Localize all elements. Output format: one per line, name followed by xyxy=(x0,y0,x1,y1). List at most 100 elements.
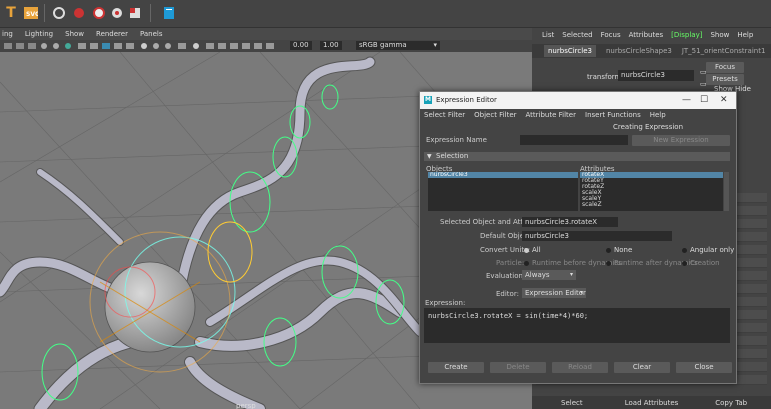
chevron-down-icon: ▾ xyxy=(433,41,437,49)
color-space-dropdown[interactable]: sRGB gamma ▾ xyxy=(356,41,440,50)
svg-text:SVG: SVG xyxy=(26,11,38,18)
focus-button[interactable]: Focus xyxy=(706,62,744,73)
window-titlebar[interactable]: M Expression Editor — ☐ ✕ xyxy=(420,92,736,109)
viewport-toolbar: 0.00 1.00 sRGB gamma ▾ xyxy=(0,40,532,52)
radio-dot xyxy=(682,260,687,266)
editor-dropdown[interactable]: Expression Editor ▾ xyxy=(522,288,586,298)
attribute-editor-bottom-bar: Select Load Attributes Copy Tab xyxy=(532,396,771,409)
text-tool-icon[interactable]: T xyxy=(2,4,20,22)
dialog-subtitle: Creating Expression xyxy=(420,123,736,131)
ipr-render-icon[interactable] xyxy=(90,4,108,22)
radio-dot xyxy=(606,260,611,266)
render-icon[interactable] xyxy=(70,4,88,22)
default-object-field[interactable]: nurbsCircle3 xyxy=(522,231,672,241)
exposure-field[interactable]: 0.00 xyxy=(290,41,312,50)
object-item[interactable]: nurbsCircle3 xyxy=(428,172,578,178)
attributes-scrollbar[interactable] xyxy=(724,172,729,211)
refresh-icon[interactable] xyxy=(50,4,68,22)
maximize-icon[interactable]: ☐ xyxy=(700,95,708,105)
tab-nurbscircle3[interactable]: nurbsCircle3 xyxy=(544,45,596,57)
collapse-triangle-icon: ▼ xyxy=(427,153,432,160)
editor-label: Editor: xyxy=(496,290,519,298)
close-icon[interactable]: ✕ xyxy=(720,95,728,105)
menu-selected[interactable]: Selected xyxy=(562,31,592,39)
selected-attribute-field[interactable]: nurbsCircle3.rotateX xyxy=(522,217,618,227)
clear-button[interactable]: Clear xyxy=(614,362,670,373)
expression-code-editor[interactable]: nurbsCircle3.rotateX = sin(time*4)*60; xyxy=(424,308,730,343)
file-icon[interactable] xyxy=(160,4,178,22)
viewport-tool-icons[interactable] xyxy=(0,40,280,52)
radio-label: Creation xyxy=(690,259,720,267)
minimize-icon[interactable]: — xyxy=(682,95,691,105)
expression-name-input[interactable] xyxy=(520,135,628,145)
editor-value: Expression Editor xyxy=(525,289,586,297)
menu-display[interactable]: [Display] xyxy=(671,31,702,39)
copy-tab-button[interactable]: Copy Tab xyxy=(691,399,771,407)
load-attributes-button[interactable]: Load Attributes xyxy=(612,399,692,407)
viewport-menu-item[interactable]: Show xyxy=(65,30,84,38)
hypershade-icon[interactable] xyxy=(126,4,144,22)
expression-label: Expression: xyxy=(425,299,466,307)
convert-units-label: Convert Units: xyxy=(480,246,531,254)
viewport-menu-item[interactable]: Renderer xyxy=(96,30,128,38)
expression-editor-window: M Expression Editor — ☐ ✕ Select Filter … xyxy=(419,91,737,384)
radio-label: Angular only xyxy=(690,246,735,254)
hide-button[interactable]: Hide xyxy=(735,85,751,93)
attribute-item[interactable]: scaleZ xyxy=(580,202,723,208)
evaluation-value: Always xyxy=(525,271,550,279)
selection-section-header[interactable]: ▼ Selection xyxy=(424,152,730,161)
attributes-list[interactable]: rotateX rotateY rotateZ scaleX scaleY sc… xyxy=(580,172,723,211)
reload-button[interactable]: Reload xyxy=(552,362,608,373)
maya-logo-icon: M xyxy=(424,96,432,104)
svg-tool-icon[interactable]: SVG xyxy=(22,4,40,22)
chevron-down-icon: ▾ xyxy=(579,289,583,296)
radio-label: None xyxy=(614,246,633,254)
select-button[interactable]: Select xyxy=(532,399,612,407)
evaluation-label: Evaluation: xyxy=(486,272,526,280)
particle-creation-radio[interactable]: Creation xyxy=(682,259,720,267)
viewport-menu-bar: ing Lighting Show Renderer Panels xyxy=(0,28,532,40)
gamma-field[interactable]: 1.00 xyxy=(320,41,342,50)
menu-attributes[interactable]: Attributes xyxy=(629,31,664,39)
expression-code-text: nurbsCircle3.rotateX = sin(time*4)*60; xyxy=(428,312,589,320)
transform-name-field[interactable]: nurbsCircle3 xyxy=(618,70,694,81)
tab-nurbscircleshape3[interactable]: nurbsCircleShape3 xyxy=(606,47,672,55)
menu-object-filter[interactable]: Object Filter xyxy=(474,111,516,119)
new-expression-button[interactable]: New Expression xyxy=(632,135,730,146)
shelf-toolbar: T SVG xyxy=(0,0,771,28)
node-tabs: nurbsCircle3 nurbsCircleShape3 JT_51_ori… xyxy=(532,44,771,58)
radio-dot xyxy=(606,247,611,253)
objects-list[interactable]: nurbsCircle3 xyxy=(428,172,578,211)
chevron-down-icon: ▾ xyxy=(569,271,573,278)
close-button[interactable]: Close xyxy=(676,362,732,373)
expression-editor-menu: Select Filter Object Filter Attribute Fi… xyxy=(420,109,736,120)
viewport-menu-item[interactable]: Panels xyxy=(140,30,163,38)
tab-orient-constraint[interactable]: JT_51_orientConstraint1 xyxy=(682,47,766,55)
render-settings-icon[interactable] xyxy=(108,4,126,22)
evaluation-dropdown[interactable]: Always ▾ xyxy=(522,270,576,280)
viewport-menu-item[interactable]: ing xyxy=(2,30,13,38)
viewport-menu-item[interactable]: Lighting xyxy=(25,30,53,38)
delete-button[interactable]: Delete xyxy=(490,362,546,373)
particle-label: Particle: xyxy=(496,259,525,267)
convert-units-none-radio[interactable]: None xyxy=(606,246,632,254)
radio-dot xyxy=(682,247,687,253)
create-button[interactable]: Create xyxy=(428,362,484,373)
menu-list[interactable]: List xyxy=(542,31,554,39)
expression-name-label: Expression Name xyxy=(426,136,487,144)
menu-insert-functions[interactable]: Insert Functions xyxy=(585,111,641,119)
convert-units-all-radio[interactable]: All xyxy=(524,246,541,254)
convert-units-angular-radio[interactable]: Angular only xyxy=(682,246,734,254)
color-space-value: sRGB gamma xyxy=(359,41,407,49)
menu-focus[interactable]: Focus xyxy=(601,31,621,39)
menu-help[interactable]: Help xyxy=(737,31,753,39)
attribute-editor-menu: List Selected Focus Attributes [Display]… xyxy=(532,28,771,42)
menu-select-filter[interactable]: Select Filter xyxy=(424,111,465,119)
menu-show[interactable]: Show xyxy=(710,31,729,39)
menu-help[interactable]: Help xyxy=(650,111,666,119)
presets-button[interactable]: Presets xyxy=(706,74,744,85)
creating-expression-label: Creating Expression xyxy=(613,123,683,131)
shelf-separator xyxy=(150,4,151,22)
selection-label: Selection xyxy=(436,152,469,160)
menu-attribute-filter[interactable]: Attribute Filter xyxy=(526,111,576,119)
